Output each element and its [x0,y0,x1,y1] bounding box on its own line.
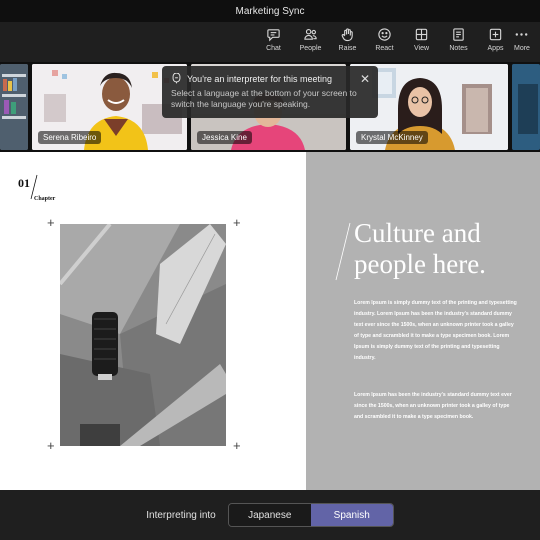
slide-headline: Culture and people here. [354,218,486,279]
more-icon [515,33,528,36]
language-option-japanese[interactable]: Japanese [228,504,311,526]
window-titlebar: Marketing Sync [0,0,540,22]
sewing-tools-photo [60,224,226,446]
shared-presentation-slide: 01 Chapter + + + + Culture and people he… [0,152,540,490]
slide-right-panel: Culture and people here. Lorem Ipsum is … [306,152,540,490]
slide-paragraph-1: Lorem Ipsum is simply dummy text of the … [354,300,517,361]
tooltip-title: You're an interpreter for this meeting [187,73,332,84]
apps-icon [489,28,502,41]
react-icon [378,28,391,41]
crop-mark-top-left: + [47,215,55,230]
view-label: View [413,45,430,52]
view-button[interactable]: View [403,27,440,52]
raise-hand-icon [341,28,353,42]
apps-label: Apps [487,45,504,52]
language-switcher: Japanese Spanish [227,503,394,527]
crop-mark-top-right: + [233,215,241,230]
participant-name-jessica: Jessica Kine [197,131,252,144]
interpretation-bar: Interpreting into Japanese Spanish [0,490,540,540]
close-icon[interactable]: ✕ [360,72,370,86]
chat-icon [267,29,280,42]
tooltip-body: Select a language at the bottom of your … [171,88,357,109]
participant-name-serena: Serena Ribeiro [38,131,102,144]
chapter-number: 01 [18,176,30,190]
apps-button[interactable]: Apps [477,27,514,52]
react-button[interactable]: React [366,27,403,52]
participant-tile-partial-right[interactable] [512,64,540,150]
window-title: Marketing Sync [235,5,305,17]
language-option-spanish[interactable]: Spanish [310,504,393,526]
people-icon [304,28,317,40]
raise-label: Raise [338,45,357,52]
crop-mark-bottom-right: + [233,438,241,453]
notes-icon [453,28,464,41]
notes-label: Notes [449,45,468,52]
headline-divider [335,222,351,281]
people-button[interactable]: People [292,27,329,52]
view-icon [415,28,428,41]
interpreting-into-label: Interpreting into [146,509,216,521]
slide-left-panel: 01 Chapter + + + + [0,152,306,490]
react-label: React [375,45,394,52]
interpreter-tooltip: You're an interpreter for this meeting S… [162,66,378,118]
more-label: More [514,45,530,52]
partial-participant-video [512,64,540,150]
interpreter-icon [172,73,181,84]
chapter-label: Chapter [34,196,56,202]
crop-mark-bottom-left: + [47,438,55,453]
chat-label: Chat [266,45,281,52]
chat-button[interactable]: Chat [255,27,292,52]
raise-hand-button[interactable]: Raise [329,27,366,52]
participant-name-krystal: Krystal McKinney [356,131,428,144]
meeting-toolbar: Chat People Raise React View Notes Apps … [0,22,540,62]
slide-photo [60,224,226,446]
notes-button[interactable]: Notes [440,27,477,52]
more-button[interactable]: More [514,27,540,52]
slide-paragraph-2: Lorem Ipsum has been the industry's stan… [354,392,512,420]
participant-tile-partial-left[interactable] [0,64,28,150]
people-label: People [299,45,322,52]
bookshelf-background [0,64,28,150]
